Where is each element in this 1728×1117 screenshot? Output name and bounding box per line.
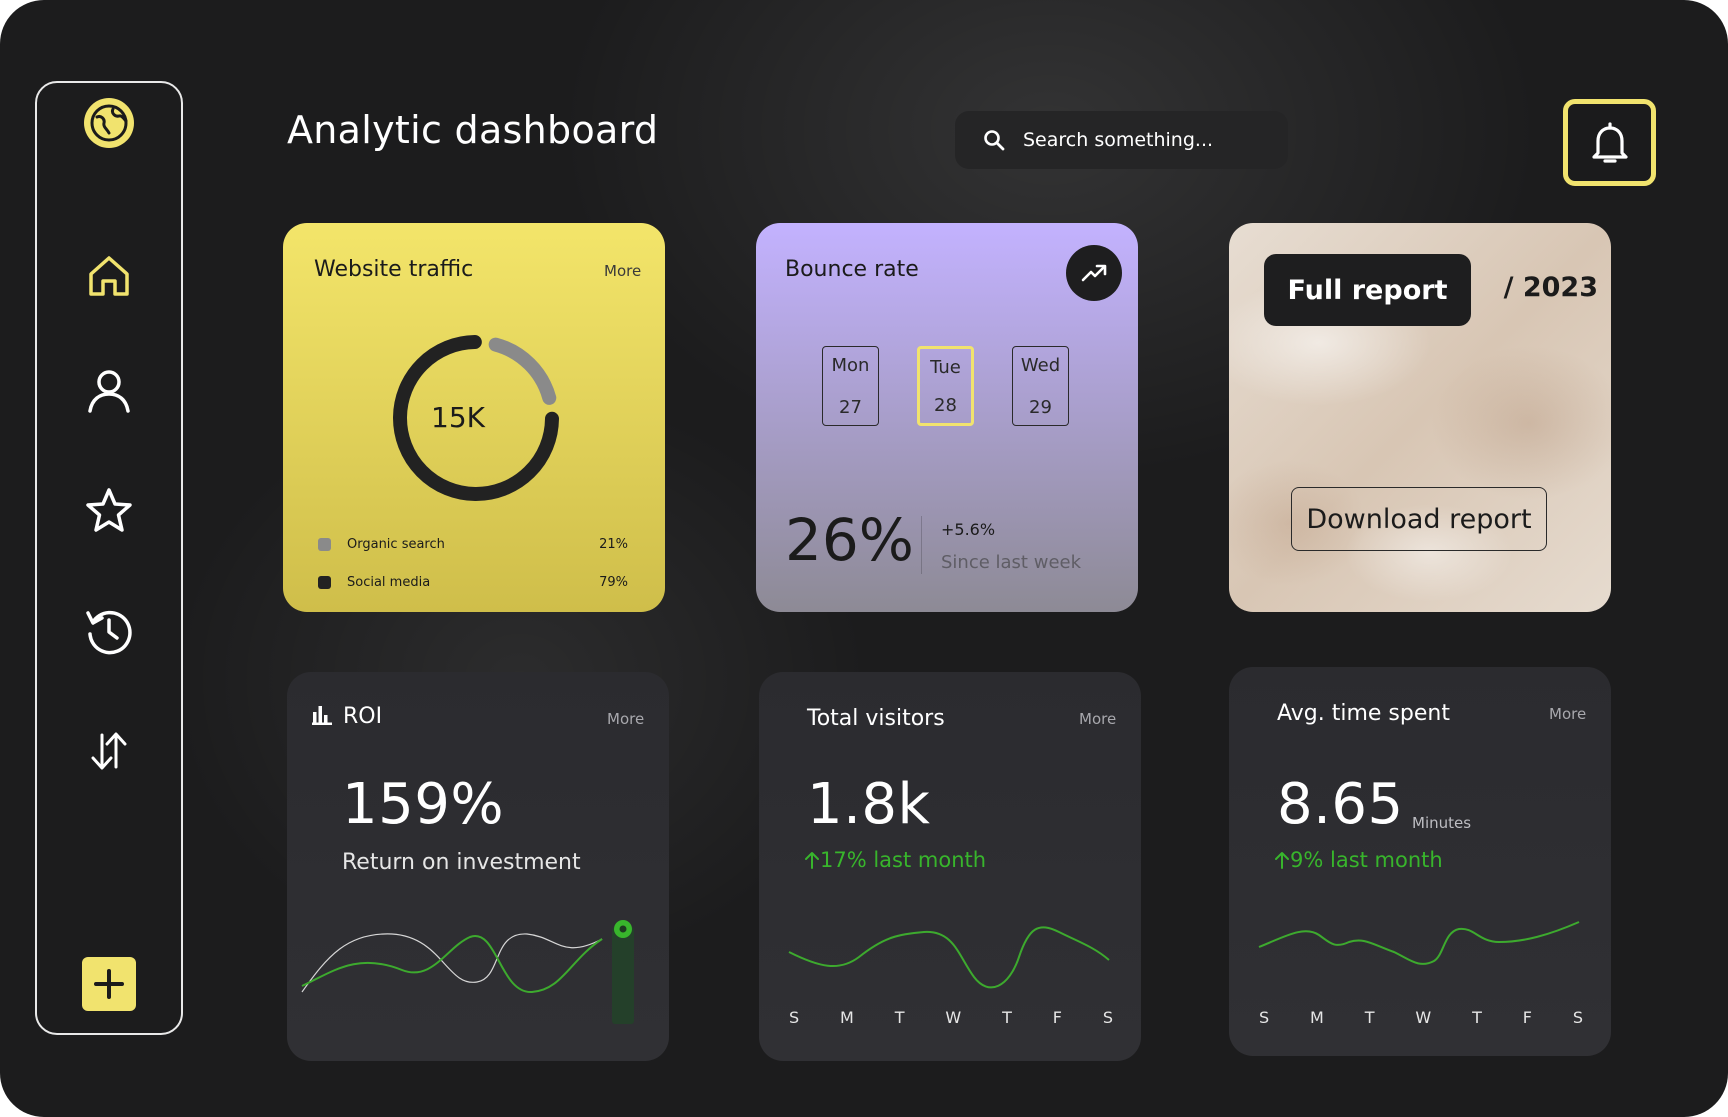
search-icon [984,130,1005,151]
legend-swatch [318,538,331,551]
legend-percent: 21% [599,537,628,552]
plus-icon [94,969,124,999]
page-title: Analytic dashboard [287,108,659,152]
avg-time-unit: Minutes [1412,814,1472,832]
legend-label: Social media [347,575,431,590]
bounce-rate-period: Since last week [941,552,1082,573]
weekday-label: M [840,1008,854,1027]
search-bar[interactable]: Search something... [955,111,1288,169]
legend-label: Organic search [347,537,445,552]
weekday-label: F [1052,1008,1062,1027]
day-name: Mon [831,355,870,376]
total-visitors-card: Total visitors More 1.8k 17% last month … [759,672,1141,1061]
roi-value: 159% [342,772,505,837]
roi-highlight-bar [612,927,634,1024]
weekday-label: S [1572,1008,1583,1027]
card-title: Avg. time spent [1277,701,1450,726]
weekday-label: S [1102,1008,1113,1027]
app-window: Analytic dashboard Search something... W… [0,0,1728,1117]
bounce-rate-value: 26% [785,506,914,574]
sidebar [35,81,183,1035]
day-date: 29 [1029,397,1052,418]
download-report-button[interactable]: Download report [1291,487,1547,551]
roi-series-white [301,933,603,993]
home-icon[interactable] [81,248,137,304]
arrow-up-icon [1275,852,1289,869]
full-report-button[interactable]: Full report [1264,254,1471,326]
day-name: Tue [930,357,961,378]
day-date: 27 [839,397,862,418]
add-button[interactable] [82,957,136,1011]
weekday-label: T [894,1008,905,1027]
legend-item-social: Social media 79% [318,575,628,590]
weekday-label: T [1472,1008,1482,1027]
globe-icon[interactable] [84,98,134,148]
card-title: Website traffic [314,257,474,282]
visitors-change: 17% last month [804,848,986,872]
website-traffic-card: Website traffic More 15K Organic search … [283,223,665,612]
day-date: 28 [934,395,957,416]
divider [921,516,922,574]
sort-arrows-icon[interactable] [81,723,137,779]
avg-time-series [1258,921,1580,965]
weekday-label: W [945,1008,962,1027]
avg-time-change: 9% last month [1274,848,1443,872]
notifications-button[interactable] [1563,99,1656,186]
roi-subtitle: Return on investment [342,850,581,875]
legend-swatch [318,576,331,589]
avg-time-line-chart [1258,921,1580,965]
roi-line-chart [301,920,634,1024]
star-icon[interactable] [81,483,137,539]
bounce-rate-card: Bounce rate Mon 27 Tue 28 Wed 29 26% +5.… [756,223,1138,612]
more-link[interactable]: More [607,710,644,728]
visitors-series [788,926,1110,989]
card-title: Bounce rate [785,257,919,282]
day-selector-mon[interactable]: Mon 27 [822,346,879,426]
full-report-card: Full report / 2023 Download report [1229,223,1611,612]
day-selector-tue[interactable]: Tue 28 [917,346,974,426]
card-title: Total visitors [807,706,945,731]
trending-up-icon [1081,264,1107,282]
bounce-rate-change: +5.6% [941,520,996,539]
day-selector-wed[interactable]: Wed 29 [1012,346,1069,426]
more-link[interactable]: More [1549,705,1586,723]
weekday-label: M [1310,1008,1324,1027]
more-link[interactable]: More [604,262,641,280]
card-title: ROI [343,704,383,729]
legend-item-organic: Organic search 21% [318,537,628,552]
traffic-total: 15K [431,401,485,434]
weekday-axis: S M T W T F S [1259,1008,1583,1027]
user-icon[interactable] [81,363,137,419]
weekday-label: T [1002,1008,1012,1027]
weekday-label: F [1522,1008,1532,1027]
weekday-label: S [789,1008,800,1027]
weekday-label: T [1364,1008,1375,1027]
visitors-value: 1.8k [807,772,931,837]
arrow-up-icon [805,852,819,869]
bell-icon [1591,121,1628,163]
legend-percent: 79% [599,575,628,590]
avg-time-change-text: 9% last month [1290,848,1443,872]
more-link[interactable]: More [1079,710,1116,728]
visitors-line-chart [788,926,1110,989]
day-name: Wed [1020,355,1061,376]
roi-marker-dot [619,925,627,933]
visitors-change-text: 17% last month [820,848,987,872]
weekday-label: S [1259,1008,1270,1027]
avg-time-card: Avg. time spent More 8.65 Minutes 9% las… [1229,667,1611,1056]
search-input[interactable]: Search something... [1023,129,1213,151]
weekday-label: W [1415,1008,1432,1027]
bar-chart-icon [312,706,332,725]
report-year: / 2023 [1503,272,1598,303]
history-icon[interactable] [81,603,137,659]
avg-time-value: 8.65 [1277,772,1404,837]
weekday-axis: S M T W T F S [789,1008,1113,1027]
roi-card: ROI More 159% Return on investment [287,672,669,1061]
trending-up-button[interactable] [1066,245,1122,301]
